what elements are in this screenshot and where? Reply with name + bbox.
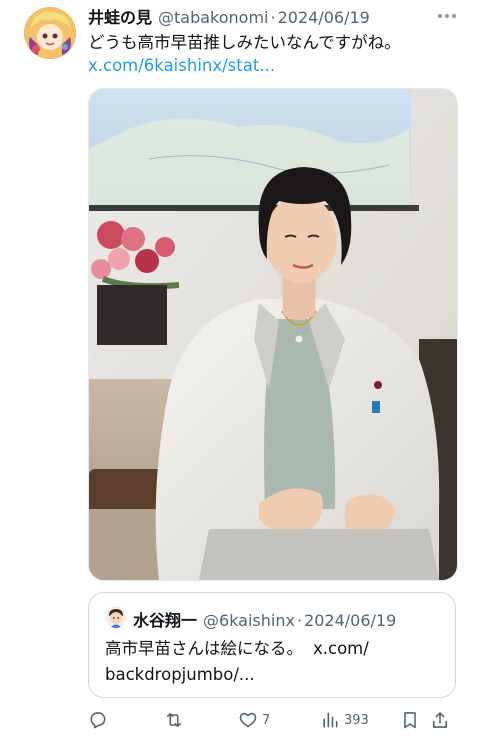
tweet-link[interactable]: x.com/6kaishinx/stat...	[88, 55, 275, 77]
quoted-author-name[interactable]: 水谷翔一	[133, 607, 197, 631]
tweet-header: 井蛙の見 @tabakonomi · 2024/06/19	[88, 4, 370, 28]
separator: ·	[270, 8, 276, 27]
views-button[interactable]: 393	[320, 706, 369, 734]
views-icon	[323, 712, 338, 728]
more-dot-icon	[452, 14, 456, 18]
like-count: 7	[262, 712, 271, 728]
more-options-button[interactable]	[432, 6, 462, 26]
like-button[interactable]: 7	[238, 706, 270, 734]
quoted-author-handle[interactable]: @6kaishinx	[203, 611, 295, 630]
quoted-text-line: 高市早苗さんは絵になる。 x.com/	[105, 637, 369, 661]
repost-icon	[166, 712, 182, 728]
separator: ·	[296, 611, 303, 630]
reply-button[interactable]	[88, 706, 108, 734]
author-name[interactable]: 井蛙の見	[88, 4, 152, 28]
share-icon	[432, 712, 448, 728]
avatar[interactable]	[24, 7, 76, 59]
quoted-tweet[interactable]: 水谷翔一 @6kaishinx · 2024/06/19 高市早苗さんは絵になる…	[88, 592, 456, 698]
heart-icon	[239, 712, 257, 728]
repost-button[interactable]	[164, 706, 184, 734]
tweet-text: どうも高市早苗推しみたいなんですがね。	[88, 33, 401, 52]
tweet[interactable]: 井蛙の見 @tabakonomi · 2024/06/19 どうも高市早苗推しみ…	[0, 0, 480, 737]
action-bar: 7 393	[88, 706, 456, 734]
quoted-link-continued[interactable]: backdropjumbo/...	[105, 663, 255, 687]
reply-icon	[90, 712, 106, 729]
quoted-text: 高市早苗さんは絵になる。	[105, 639, 303, 658]
tweet-photo[interactable]	[88, 88, 458, 581]
bookmark-button[interactable]	[400, 706, 420, 734]
author-handle[interactable]: @tabakonomi	[158, 8, 268, 27]
quoted-date[interactable]: 2024/06/19	[304, 611, 396, 630]
views-count: 393	[344, 712, 369, 728]
bookmark-icon	[404, 712, 416, 729]
quoted-link[interactable]: x.com/	[313, 639, 369, 658]
more-dot-icon	[438, 14, 442, 18]
quoted-header: 水谷翔一 @6kaishinx · 2024/06/19	[133, 607, 396, 631]
tweet-date[interactable]: 2024/06/19	[278, 8, 370, 27]
photo-image	[89, 89, 457, 580]
more-dot-icon	[445, 14, 449, 18]
quoted-avatar[interactable]	[105, 606, 127, 628]
share-button[interactable]	[430, 706, 450, 734]
